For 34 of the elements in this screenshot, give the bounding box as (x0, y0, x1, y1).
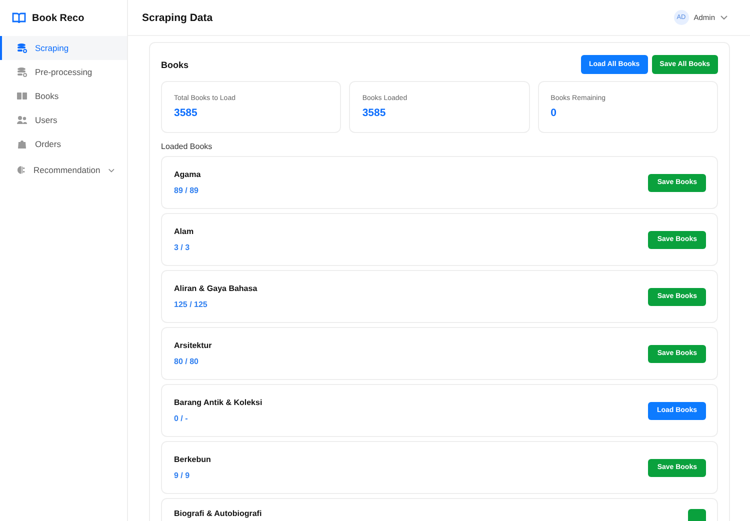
brain-icon (17, 165, 26, 175)
bag-icon (17, 139, 27, 149)
book-count: 3 / 3 (174, 243, 191, 252)
stat-value: 3585 (362, 107, 387, 119)
database-icon (17, 67, 27, 77)
book-count: 0 / - (174, 414, 189, 423)
sidebar-item[interactable]: Scraping (0, 36, 127, 60)
book-icon (17, 91, 27, 101)
sidebar-item[interactable]: Orders (0, 132, 127, 156)
category-name: Berkebun (174, 455, 211, 464)
sidebar-item[interactable]: Books (0, 84, 127, 108)
stat-value: 3585 (174, 107, 198, 119)
category-name: Barang Antik & Koleksi (174, 398, 262, 407)
category-name: Agama (174, 170, 201, 179)
category-name: Arsitektur (174, 341, 212, 350)
sidebar-item[interactable]: Recommendation (0, 158, 127, 182)
stat-value: 0 (550, 107, 558, 119)
book-count: 80 / 80 (174, 357, 200, 366)
book-icon (12, 12, 26, 24)
chevron-down-icon[interactable] (720, 15, 728, 20)
book-count: 125 / 125 (174, 300, 208, 309)
brand-name: Book Reco (32, 12, 84, 24)
panel-title: Books (161, 60, 189, 70)
section-title: Loaded Books (161, 142, 214, 151)
book-count: 9 / 9 (174, 471, 191, 480)
category-name: Aliran & Gaya Bahasa (174, 284, 258, 293)
category-name: Alam (174, 227, 194, 236)
book-count: 89 / 89 (174, 186, 200, 195)
page-title: Scraping Data (142, 12, 213, 24)
database-search-icon (17, 43, 27, 53)
sidebar-item[interactable]: Users (0, 108, 127, 132)
sidebar-item[interactable]: Pre-processing (0, 60, 127, 84)
category-name: Biografi & Autobiografi (174, 509, 262, 518)
users-icon (17, 115, 27, 125)
